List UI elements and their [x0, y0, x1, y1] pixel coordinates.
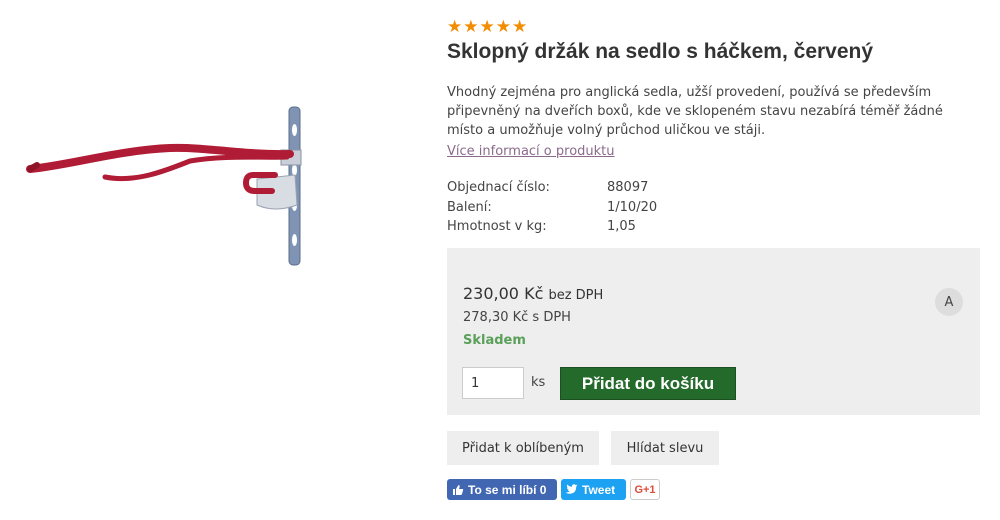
spec-row-packaging: Balení: 1/10/20 — [447, 198, 982, 218]
spec-row-weight: Hmotnost v kg: 1,05 — [447, 217, 982, 237]
spec-value: 1/10/20 — [607, 199, 658, 215]
product-image — [25, 95, 315, 275]
spec-row-order-number: Objednací číslo: 88097 — [447, 178, 982, 198]
add-to-cart-button[interactable]: Přidat do košíku — [560, 367, 736, 400]
rating-stars: ★★★★★ — [447, 17, 529, 37]
google-plus-button[interactable]: G+1 — [630, 479, 660, 500]
stock-status: Skladem — [463, 333, 526, 348]
spec-label: Hmotnost v kg: — [447, 219, 547, 234]
spec-value: 88097 — [607, 180, 649, 195]
google-plus-label: G+1 — [634, 483, 656, 496]
price-box: 230,00 Kč bez DPH 278,30 Kč s DPH Sklade… — [447, 248, 980, 415]
facebook-like-button[interactable]: To se mi líbí 0 — [447, 479, 557, 500]
price-watch-button[interactable]: Hlídat slevu — [611, 431, 719, 465]
spec-label: Objednací číslo: — [447, 180, 550, 195]
quantity-unit: ks — [531, 375, 546, 390]
category-badge: A — [935, 288, 963, 316]
spec-label: Balení: — [447, 199, 492, 215]
product-specs: Objednací číslo: 88097 Balení: 1/10/20 H… — [447, 178, 982, 237]
price-amount: 230,00 Kč — [463, 284, 544, 303]
product-title: Sklopný držák na sedlo s háčkem, červený — [447, 40, 874, 63]
add-to-wishlist-button[interactable]: Přidat k oblíbeným — [447, 431, 599, 465]
quantity-input[interactable] — [462, 367, 524, 399]
more-info-link[interactable]: Více informací o produktu — [447, 143, 615, 160]
tweet-label: Tweet — [582, 482, 616, 497]
twitter-bird-icon — [565, 484, 578, 495]
facebook-like-label: To se mi líbí 0 — [468, 482, 547, 497]
spec-value: 1,05 — [607, 219, 636, 234]
tweet-button[interactable]: Tweet — [561, 479, 626, 500]
price-without-vat: 230,00 Kč bez DPH — [463, 284, 603, 306]
price-suffix: bez DPH — [548, 288, 604, 303]
price-with-vat: 278,30 Kč s DPH — [463, 310, 571, 325]
product-info: ★★★★★ Sklopný držák na sedlo s háčkem, č… — [447, 18, 982, 237]
product-description: Vhodný zejména pro anglická sedla, užší … — [447, 85, 943, 138]
thumbs-up-icon — [452, 484, 464, 496]
